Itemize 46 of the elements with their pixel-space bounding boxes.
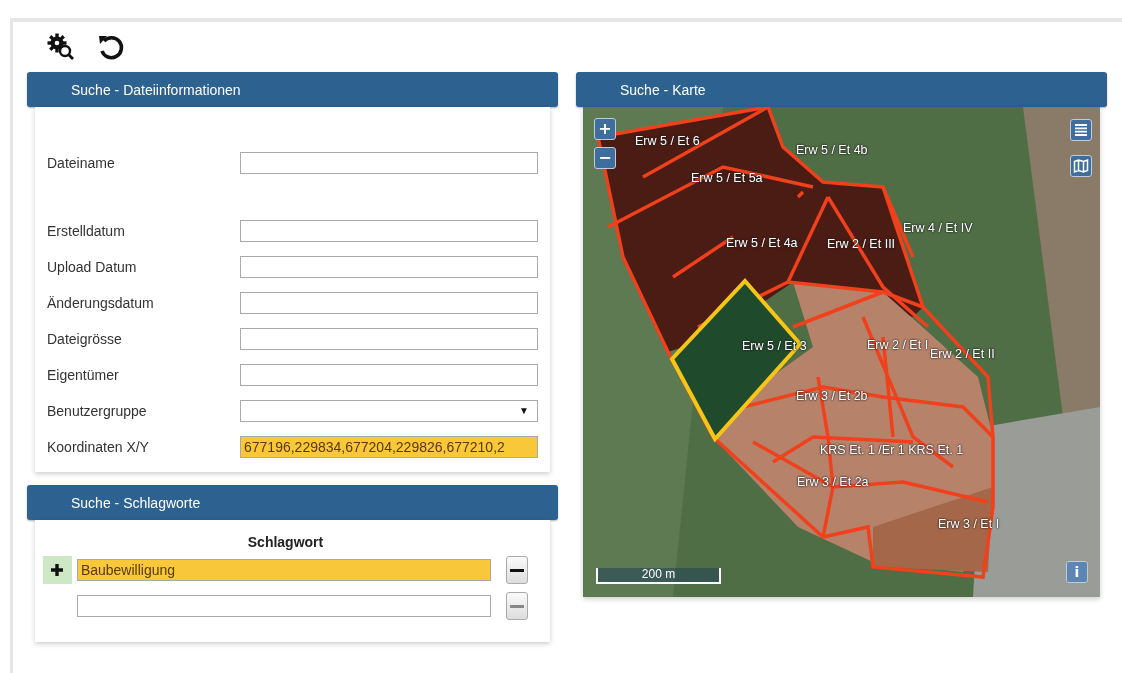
parcel-label: Erw 5 / Et 4b bbox=[796, 143, 868, 157]
field-label: Erstelldatum bbox=[47, 223, 126, 239]
parcel-label: Erw 3 / Et 2a bbox=[797, 475, 869, 489]
parcel-label: Erw 2 / Et I bbox=[867, 338, 929, 352]
add-button[interactable] bbox=[43, 556, 72, 584]
zoom-out-button[interactable]: − bbox=[594, 147, 616, 169]
input-field[interactable] bbox=[240, 256, 538, 278]
field-label: Benutzergruppe bbox=[47, 403, 148, 419]
scale-bar: 200 m bbox=[596, 568, 721, 584]
gear-search-icon[interactable] bbox=[46, 32, 76, 62]
select-field[interactable]: ▼ bbox=[240, 400, 538, 422]
field-label: Koordinaten X/Y bbox=[47, 439, 150, 455]
remove-button[interactable] bbox=[506, 556, 528, 584]
list-icon bbox=[1073, 122, 1089, 138]
parcel-label: Erw 5 / Et 6 bbox=[635, 134, 700, 148]
parcel-label: Erw 4 / Et IV bbox=[903, 221, 973, 235]
field-label: Dateiname bbox=[47, 155, 116, 171]
input-field[interactable] bbox=[240, 220, 538, 242]
field-label: Änderungsdatum bbox=[47, 295, 155, 311]
column-header: Schlagwort bbox=[246, 534, 325, 550]
panel-title: Suche - Dateiinformationen bbox=[71, 81, 241, 98]
input-field[interactable] bbox=[240, 328, 538, 350]
field-label: Upload Datum bbox=[47, 259, 138, 275]
input-field[interactable] bbox=[240, 364, 538, 386]
parcel-label: Erw 3 / Et I bbox=[938, 517, 1000, 531]
plus-icon bbox=[49, 562, 66, 578]
parcel-label: Erw 2 / Et III bbox=[827, 237, 896, 251]
keyword-field[interactable]: Baubewilligung bbox=[76, 559, 492, 581]
input-field[interactable] bbox=[240, 292, 538, 314]
input-field[interactable]: 677196,229834,677204,229826,677210,2 bbox=[240, 436, 538, 458]
input-field[interactable] bbox=[240, 152, 538, 174]
layers-button[interactable] bbox=[1070, 119, 1092, 141]
zoom-in-button[interactable]: + bbox=[594, 118, 616, 140]
panel-title: Suche - Karte bbox=[620, 81, 706, 98]
caret-icon: ▼ bbox=[519, 401, 529, 421]
panel-title: Suche - Schlagworte bbox=[71, 494, 201, 511]
parcel-label: Erw 3 / Et 2b bbox=[796, 389, 868, 403]
parcel-label: Erw 2 / Et II bbox=[930, 347, 995, 361]
parcel-label: KRS Et. 1 /Er 1 KRS Et. 1 bbox=[820, 443, 964, 457]
field-label: Dateigrösse bbox=[47, 331, 123, 347]
parcel-label: Erw 5 / Et 4a bbox=[726, 236, 798, 250]
basemap-button[interactable] bbox=[1070, 155, 1092, 177]
field-label: Eigentümer bbox=[47, 367, 120, 383]
info-button[interactable]: i bbox=[1066, 561, 1088, 583]
parcel-label: Erw 5 / Et 3 bbox=[742, 339, 807, 353]
map-icon bbox=[1073, 158, 1089, 174]
